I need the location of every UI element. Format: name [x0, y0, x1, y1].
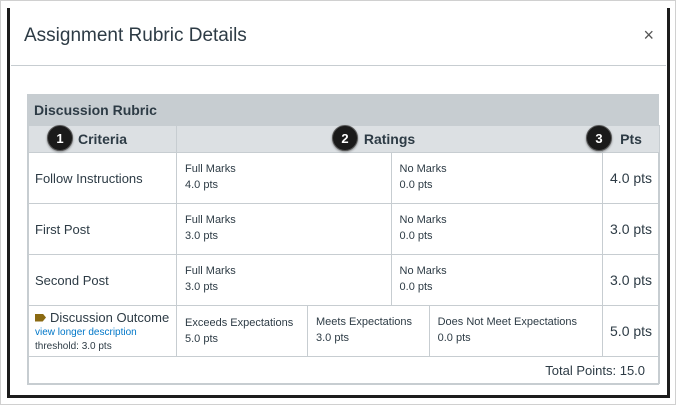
criterion-cell: Second Post: [28, 254, 177, 306]
outcome-criterion-cell: Discussion Outcome view longer descripti…: [28, 305, 177, 357]
rating-label: Full Marks: [185, 214, 236, 226]
outcome-threshold: threshold: 3.0 pts: [35, 341, 112, 352]
ratings-cell: Full Marks 4.0 pts No Marks 0.0 pts: [175, 152, 604, 204]
ratings-header: Ratings: [175, 125, 604, 153]
callout-badge-3: 3: [586, 125, 612, 151]
rating-label: Full Marks: [185, 163, 236, 175]
dialog-title: Assignment Rubric Details: [24, 25, 247, 46]
outcome-name: Discussion Outcome: [50, 310, 170, 325]
rating-label: Meets Expectations: [316, 316, 412, 328]
callout-badge-1: 1: [47, 125, 73, 151]
points-cell: 3.0 pts: [602, 254, 661, 306]
rating-meets: Meets Expectations 3.0 pts: [308, 306, 430, 356]
rating-no-marks: No Marks 0.0 pts: [392, 153, 603, 203]
callout-badge-2: 2: [332, 125, 358, 151]
window-edge-right: [667, 8, 670, 398]
points-cell: 5.0 pts: [602, 305, 661, 357]
table-row: Second Post Full Marks 3.0 pts No Marks …: [28, 254, 661, 306]
points-cell: 3.0 pts: [602, 203, 661, 255]
table-row: First Post Full Marks 3.0 pts No Marks 0…: [28, 203, 661, 255]
criterion-cell: First Post: [28, 203, 177, 255]
rating-label: No Marks: [399, 163, 447, 175]
close-icon[interactable]: ×: [643, 25, 654, 45]
rating-label: No Marks: [399, 214, 447, 226]
rubric-table: Criteria Ratings Pts Follow Instructions…: [27, 125, 661, 384]
rubric-title: Discussion Rubric: [28, 95, 658, 125]
rating-pts: 4.0 pts: [185, 179, 219, 191]
window-edge-left: [7, 8, 10, 398]
rating-pts: 3.0 pts: [316, 332, 350, 344]
rating-full-marks: Full Marks 4.0 pts: [177, 153, 392, 203]
rating-label: No Marks: [399, 265, 447, 277]
rating-label: Exceeds Expectations: [185, 317, 294, 329]
rating-exceeds-cell: Exceeds Expectations 5.0 pts: [176, 305, 308, 357]
rating-pts: 0.0 pts: [399, 230, 433, 242]
view-longer-description-link[interactable]: view longer description: [35, 327, 176, 338]
rating-full-marks: Full Marks 3.0 pts: [177, 255, 392, 305]
ratings-cell: Full Marks 3.0 pts No Marks 0.0 pts: [175, 254, 604, 306]
rating-pts: 0.0 pts: [437, 332, 471, 344]
rating-label: Does Not Meet Expectations: [437, 316, 578, 328]
dialog-header: Assignment Rubric Details ×: [11, 8, 666, 66]
rating-label: Full Marks: [185, 265, 236, 277]
total-points: Total Points: 15.0: [27, 356, 661, 384]
points-cell: 4.0 pts: [602, 152, 661, 204]
criterion-cell: Follow Instructions: [28, 152, 177, 204]
outcome-title: Discussion Outcome: [35, 310, 176, 325]
rating-full-marks: Full Marks 3.0 pts: [177, 204, 392, 254]
rating-pts: 3.0 pts: [185, 230, 219, 242]
outcome-flag-icon: [35, 313, 46, 322]
rating-pts: 0.0 pts: [399, 179, 433, 191]
rating-pts: 3.0 pts: [185, 281, 219, 293]
table-row: Follow Instructions Full Marks 4.0 pts N…: [28, 152, 661, 204]
window-edge-bottom: [7, 395, 670, 398]
table-row: Discussion Outcome view longer descripti…: [28, 305, 661, 357]
total-row: Total Points: 15.0: [27, 356, 661, 384]
rating-no-marks: No Marks 0.0 pts: [392, 204, 603, 254]
rating-exceeds: Exceeds Expectations 5.0 pts: [177, 307, 307, 355]
rubric-dialog: Assignment Rubric Details × Discussion R…: [11, 8, 666, 394]
rating-meets-notmeet-cell: Meets Expectations 3.0 pts Does Not Meet…: [306, 305, 604, 357]
rating-pts: 5.0 pts: [185, 333, 219, 345]
ratings-cell: Full Marks 3.0 pts No Marks 0.0 pts: [175, 203, 604, 255]
rating-does-not-meet: Does Not Meet Expectations 0.0 pts: [430, 306, 602, 356]
rating-no-marks: No Marks 0.0 pts: [392, 255, 603, 305]
rating-pts: 0.0 pts: [399, 281, 433, 293]
